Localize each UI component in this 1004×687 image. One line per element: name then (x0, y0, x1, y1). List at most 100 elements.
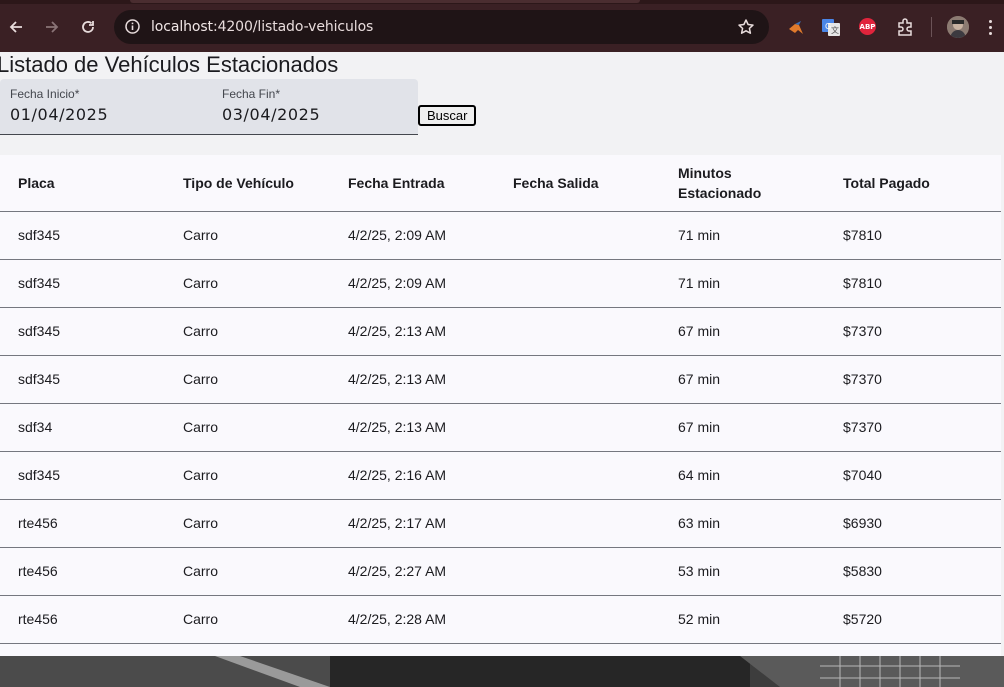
fecha-inicio-field[interactable]: Fecha Inicio* (0, 79, 209, 135)
buscar-button[interactable]: Buscar (418, 105, 477, 126)
cell-total-pagado: $7370 (843, 371, 882, 387)
table-row: sdf345 Carro 4/2/25, 2:09 AM 71 min $7810 (0, 211, 1001, 259)
table-row: sdf345 Carro 4/2/25, 2:16 AM 64 min $7040 (0, 451, 1001, 499)
cell-fecha-salida (495, 499, 660, 547)
cell-total-pagado: $7810 (843, 227, 882, 243)
cell-placa: sdf345 (18, 227, 61, 243)
fecha-fin-input[interactable] (222, 105, 402, 124)
header-total-pagado: Total Pagado (843, 174, 930, 191)
page-content: Listado de Vehículos Estacionados Fecha … (0, 52, 1004, 687)
cell-placa: rte456 (18, 563, 58, 579)
cell-fecha-salida (495, 355, 660, 403)
cell-tipo-vehiculo: Carro (183, 611, 219, 627)
browser-toolbar: localhost:4200/listado-vehiculos G文 ABP (0, 0, 1004, 52)
cell-minutos-estacionado: 67 min (678, 419, 721, 435)
background-photo (0, 656, 1004, 687)
cell-fecha-entrada: 4/2/25, 2:13 AM (348, 323, 447, 339)
cell-fecha-entrada: 4/2/25, 2:09 AM (348, 275, 447, 291)
tab-strip (0, 0, 1004, 4)
cell-tipo-vehiculo: Carro (183, 323, 219, 339)
table-row: sdf34 Carro 4/2/25, 2:13 AM 67 min $7370 (0, 403, 1001, 451)
cell-total-pagado: $6930 (843, 515, 882, 531)
cell-total-pagado: $7370 (843, 323, 882, 339)
cell-fecha-salida (495, 595, 660, 643)
cell-tipo-vehiculo: Carro (183, 467, 219, 483)
cell-tipo-vehiculo: Carro (183, 371, 219, 387)
cell-fecha-salida (495, 547, 660, 595)
profile-photo-icon (947, 16, 969, 38)
url-host: localhost (151, 19, 213, 35)
cell-total-pagado: $7810 (843, 275, 882, 291)
cell-tipo-vehiculo: Carro (183, 227, 219, 243)
header-minutos-estacionado: Minutos Estacionado (678, 164, 762, 201)
table-row: sdf345 Carro 4/2/25, 2:13 AM 67 min $7370 (0, 307, 1001, 355)
abp-label: ABP (859, 22, 876, 31)
active-tab[interactable] (130, 0, 640, 3)
cell-minutos-estacionado: 52 min (678, 611, 721, 627)
cell-fecha-entrada: 4/2/25, 2:27 AM (348, 563, 447, 579)
table-row: sdf345 Carro 4/2/25, 2:13 AM 67 min $7370 (0, 355, 1001, 403)
cell-tipo-vehiculo: Carro (183, 563, 219, 579)
cell-placa: sdf345 (18, 371, 61, 387)
fecha-fin-field[interactable]: Fecha Fin* (209, 79, 418, 135)
header-placa: Placa (18, 174, 55, 191)
cell-minutos-estacionado: 67 min (678, 371, 721, 387)
back-arrow-icon (9, 21, 22, 33)
extensions-puzzle-icon[interactable] (895, 17, 915, 37)
table-header-row: Placa Tipo de Vehículo Fecha Entrada Fec… (0, 155, 1001, 211)
cell-fecha-salida (495, 307, 660, 355)
cell-minutos-estacionado: 67 min (678, 323, 721, 339)
fecha-inicio-input[interactable] (10, 105, 190, 124)
cell-fecha-entrada: 4/2/25, 2:13 AM (348, 371, 447, 387)
browser-menu-icon[interactable] (986, 18, 994, 36)
extension-matlab-icon[interactable] (786, 17, 806, 37)
site-info-icon[interactable] (124, 18, 141, 35)
svg-text:文: 文 (831, 25, 839, 35)
cell-minutos-estacionado: 71 min (678, 227, 721, 243)
cell-fecha-entrada: 4/2/25, 2:17 AM (348, 515, 447, 531)
cell-minutos-estacionado: 71 min (678, 275, 721, 291)
profile-avatar[interactable] (947, 16, 969, 38)
table-row: sdf345 Carro 4/2/25, 2:09 AM 71 min $7810 (0, 259, 1001, 307)
cell-fecha-salida (495, 259, 660, 307)
cell-total-pagado: $7040 (843, 467, 882, 483)
forward-button[interactable] (39, 14, 65, 40)
cell-fecha-entrada: 4/2/25, 2:09 AM (348, 227, 447, 243)
cell-fecha-entrada: 4/2/25, 2:28 AM (348, 611, 447, 627)
back-button[interactable] (3, 14, 29, 40)
cell-fecha-salida (495, 211, 660, 259)
cell-fecha-entrada: 4/2/25, 2:13 AM (348, 419, 447, 435)
page-title: Listado de Vehículos Estacionados (0, 52, 339, 77)
cell-fecha-entrada: 4/2/25, 2:16 AM (348, 467, 447, 483)
cell-total-pagado: $5830 (843, 563, 882, 579)
cell-fecha-salida (495, 451, 660, 499)
url-text: localhost:4200/listado-vehiculos (151, 19, 373, 35)
cell-tipo-vehiculo: Carro (183, 419, 219, 435)
header-fecha-entrada: Fecha Entrada (348, 174, 445, 191)
background-photo-image (0, 656, 1004, 687)
forward-arrow-icon (46, 21, 59, 33)
cell-total-pagado: $7370 (843, 419, 882, 435)
header-fecha-salida: Fecha Salida (513, 174, 599, 191)
cell-minutos-estacionado: 63 min (678, 515, 721, 531)
url-path: :4200/listado-vehiculos (212, 19, 374, 35)
fecha-inicio-label: Fecha Inicio* (10, 87, 80, 101)
table-row: rte456 Carro 4/2/25, 2:27 AM 53 min $5830 (0, 547, 1001, 595)
cell-tipo-vehiculo: Carro (183, 275, 219, 291)
table-row: rte456 Carro 4/2/25, 2:28 AM 52 min $5720 (0, 595, 1001, 643)
extension-google-translate-icon[interactable]: G文 (821, 17, 841, 37)
cell-fecha-salida (495, 403, 660, 451)
cell-placa: sdf34 (18, 419, 53, 435)
cell-minutos-estacionado: 53 min (678, 563, 721, 579)
cell-placa: sdf345 (18, 275, 61, 291)
header-tipo-vehiculo: Tipo de Vehículo (183, 174, 294, 191)
table-row: rte456 Carro 4/2/25, 2:17 AM 63 min $6930 (0, 499, 1001, 547)
reload-button[interactable] (75, 14, 101, 40)
bookmark-star-icon[interactable] (737, 18, 755, 36)
fecha-fin-label: Fecha Fin* (222, 87, 281, 101)
extension-adblock-plus-icon[interactable]: ABP (859, 18, 876, 35)
reload-icon (82, 21, 94, 33)
address-bar[interactable]: localhost:4200/listado-vehiculos (114, 10, 769, 44)
cell-placa: rte456 (18, 515, 58, 531)
cell-tipo-vehiculo: Carro (183, 515, 219, 531)
